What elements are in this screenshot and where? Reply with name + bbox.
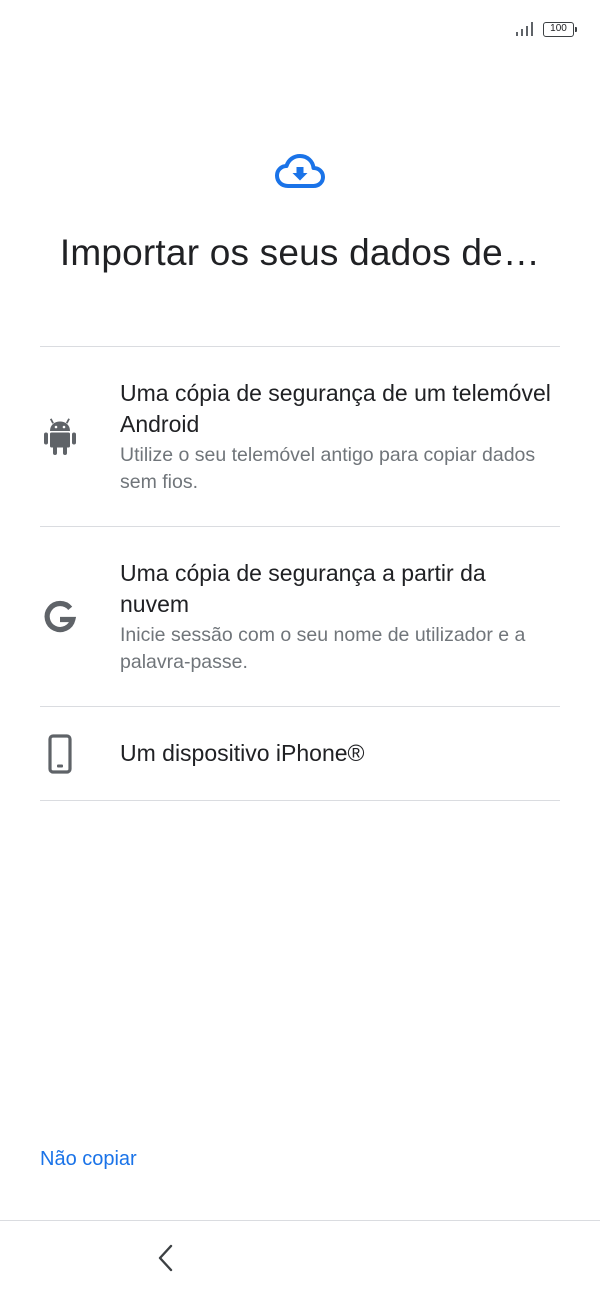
back-button[interactable]	[146, 1238, 186, 1278]
option-iphone-device[interactable]: Um dispositivo iPhone®	[40, 707, 560, 801]
nav-bar-divider	[0, 1220, 600, 1221]
option-title: Uma cópia de segurança a partir da nuvem	[120, 559, 486, 617]
page-title: Importar os seus dados de…	[59, 232, 541, 273]
cloud-download-icon	[275, 154, 325, 188]
battery-level: 100	[550, 23, 567, 34]
option-title: Uma cópia de segurança de um telemóvel A…	[120, 379, 551, 437]
import-options-list: Uma cópia de segurança de um telemóvel A…	[40, 346, 560, 801]
status-bar: 100	[516, 18, 577, 40]
option-description: Utilize o seu telemóvel antigo para copi…	[120, 443, 536, 493]
chevron-left-icon	[158, 1244, 173, 1272]
option-android-backup[interactable]: Uma cópia de segurança de um telemóvel A…	[40, 347, 560, 527]
option-cloud-text: Uma cópia de segurança a partir da nuvem…	[120, 558, 560, 676]
signal-bars-icon	[516, 22, 533, 36]
skip-copy-link[interactable]: Não copiar	[40, 1148, 137, 1171]
option-cloud-backup[interactable]: Uma cópia de segurança a partir da nuvem…	[40, 527, 560, 707]
option-iphone-text: Um dispositivo iPhone®	[120, 738, 560, 769]
smartphone-icon	[40, 733, 80, 774]
android-icon	[40, 416, 80, 458]
battery-icon: 100	[543, 21, 577, 37]
option-title: Um dispositivo iPhone®	[120, 740, 365, 766]
google-g-icon	[40, 600, 80, 634]
option-description: Inicie sessão com o seu nome de utilizad…	[120, 623, 526, 673]
option-android-text: Uma cópia de segurança de um telemóvel A…	[120, 378, 560, 496]
